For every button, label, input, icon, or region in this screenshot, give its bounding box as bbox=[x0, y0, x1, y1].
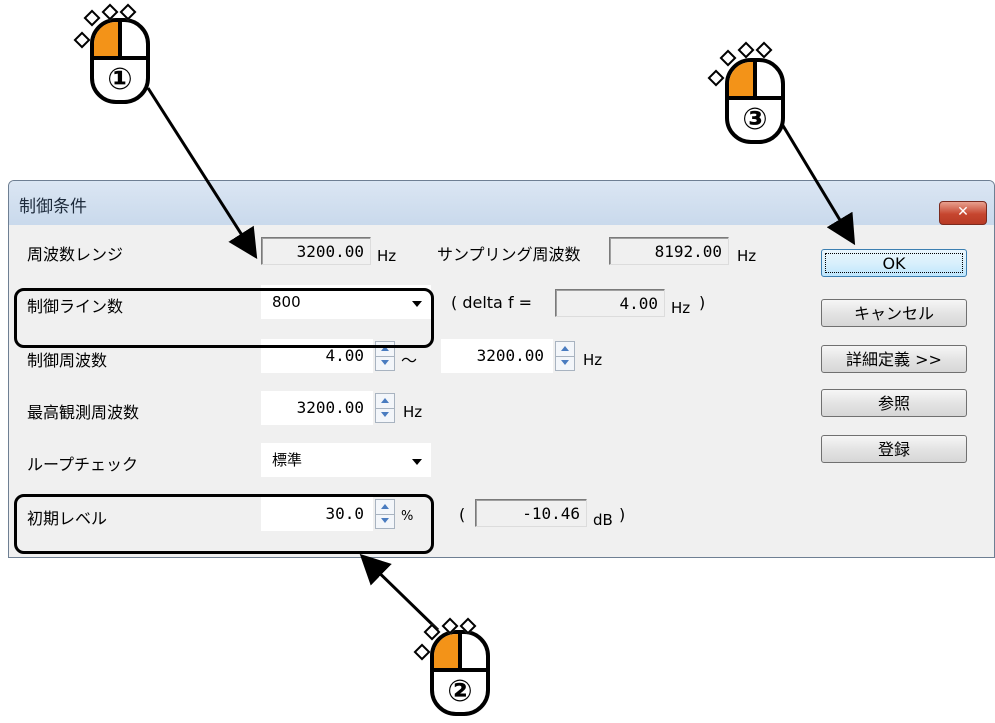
mouse-left-click-icon: ③ bbox=[725, 58, 785, 144]
arrow-3 bbox=[780, 123, 856, 246]
mouse-callout-1: ① bbox=[90, 18, 150, 104]
callout-number: ② bbox=[447, 674, 473, 709]
mouse-left-click-icon: ① bbox=[90, 18, 150, 104]
callout-number: ③ bbox=[742, 102, 768, 137]
mouse-callout-3: ③ bbox=[725, 58, 785, 144]
arrow-2 bbox=[359, 553, 440, 632]
callout-arrows bbox=[146, 87, 856, 632]
callout-number: ① bbox=[107, 62, 133, 97]
mouse-left-click-icon: ② bbox=[430, 630, 490, 716]
arrow-1 bbox=[146, 87, 258, 260]
mouse-callout-2: ② bbox=[430, 630, 490, 716]
